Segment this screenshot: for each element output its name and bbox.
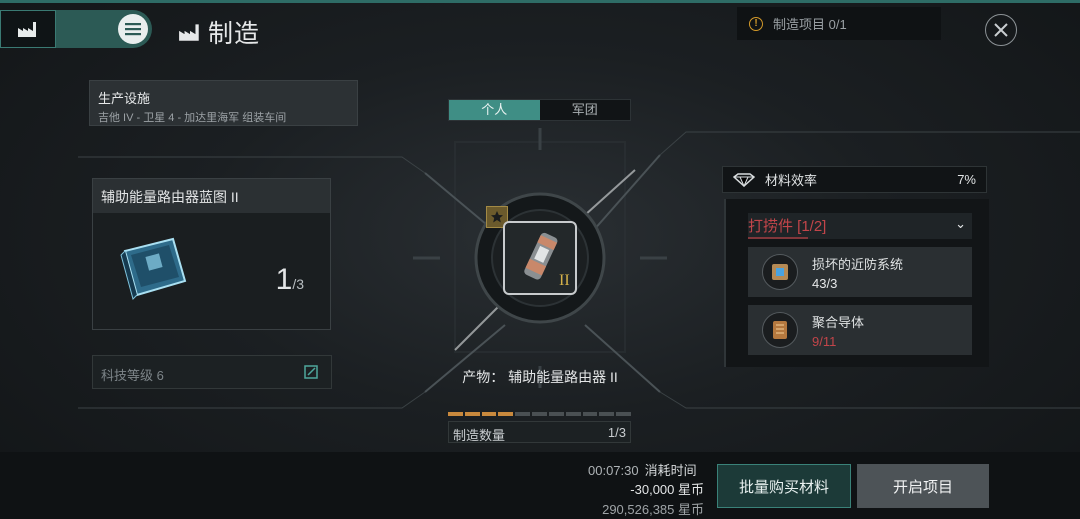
tech-level-field[interactable]: 科技等级 6	[92, 355, 332, 389]
product-name: 产物： 辅助能量路由器 II	[462, 369, 618, 385]
svg-text:II: II	[559, 272, 570, 289]
progress-bar	[448, 412, 631, 416]
blueprint-runs-max: /3	[292, 276, 304, 292]
bulk-buy-button[interactable]: 批量购买材料	[717, 464, 851, 508]
progress-segment	[616, 412, 631, 416]
time-readout: 00:07:30 消耗时间	[588, 460, 697, 479]
blueprint-icon	[120, 237, 187, 300]
material-item[interactable]: 聚合导体 9/11	[748, 305, 972, 355]
material-item[interactable]: 损坏的近防系统 43/3	[748, 247, 972, 297]
facility-heading: 生产设施	[98, 91, 151, 106]
time-label: 消耗时间	[644, 463, 697, 478]
progress-segment	[565, 412, 581, 416]
material-name: 损坏的近防系统	[812, 256, 904, 272]
diamond-icon	[733, 172, 755, 187]
material-efficiency-label: 材料效率	[765, 173, 818, 188]
material-category-label: 打捞件 [1/2]	[748, 218, 827, 235]
quantity-label: 制造数量	[453, 428, 506, 443]
time-value: 00:07:30	[588, 463, 639, 478]
quantity-stepper[interactable]: 制造数量 1/3	[448, 421, 631, 443]
blueprint-runs: 1/3	[276, 263, 304, 297]
material-efficiency-value: 7%	[957, 172, 976, 187]
chevron-down-icon: ⌄	[955, 216, 966, 231]
point-defense-icon	[762, 254, 798, 290]
material-category-header[interactable]: 打捞件 [1/2] ⌄	[748, 213, 972, 239]
owner-tabs: 个人 军团	[448, 99, 631, 121]
star-icon	[491, 211, 503, 223]
product-item-icon[interactable]: II	[503, 221, 577, 295]
edit-icon	[304, 365, 318, 379]
progress-segment	[448, 412, 463, 416]
power-router-icon: II	[524, 232, 570, 289]
progress-segment	[481, 412, 497, 416]
tech-level-label: 科技等级 6	[101, 368, 164, 383]
progress-segment	[464, 412, 480, 416]
facility-location: 吉他 IV - 卫星 4 - 加达里海军 组装车间	[98, 112, 287, 124]
materials-panel: 打捞件 [1/2] ⌄ 损坏的近防系统 43/3 聚合导体 9/11	[724, 199, 989, 367]
progress-segment	[498, 412, 514, 416]
tab-corporation[interactable]: 军团	[540, 100, 631, 120]
start-job-button[interactable]: 开启项目	[857, 464, 989, 508]
quantity-value: 1/3	[607, 425, 626, 440]
material-count: 43/3	[812, 275, 838, 291]
blueprint-card[interactable]: 辅助能量路由器蓝图 II 1/3	[92, 178, 331, 330]
progress-segment	[548, 412, 564, 416]
tab-personal[interactable]: 个人	[449, 100, 540, 120]
material-name: 聚合导体	[812, 314, 865, 330]
material-efficiency-bar: 材料效率 7%	[722, 166, 987, 193]
progress-segment	[582, 412, 598, 416]
progress-segment	[532, 412, 547, 416]
cost-value: -30,000 星币	[630, 482, 704, 497]
conductor-icon	[762, 312, 798, 348]
blueprint-runs-current: 1	[275, 263, 293, 296]
wallet-balance: 290,526,385 星币	[602, 502, 704, 517]
progress-segment	[599, 412, 615, 416]
progress-segment	[515, 412, 531, 416]
facility-panel[interactable]: 生产设施 吉他 IV - 卫星 4 - 加达里海军 组装车间	[89, 80, 358, 126]
category-underline	[748, 237, 808, 239]
material-count: 9/11	[812, 333, 837, 349]
blueprint-name: 辅助能量路由器蓝图 II	[93, 179, 330, 213]
